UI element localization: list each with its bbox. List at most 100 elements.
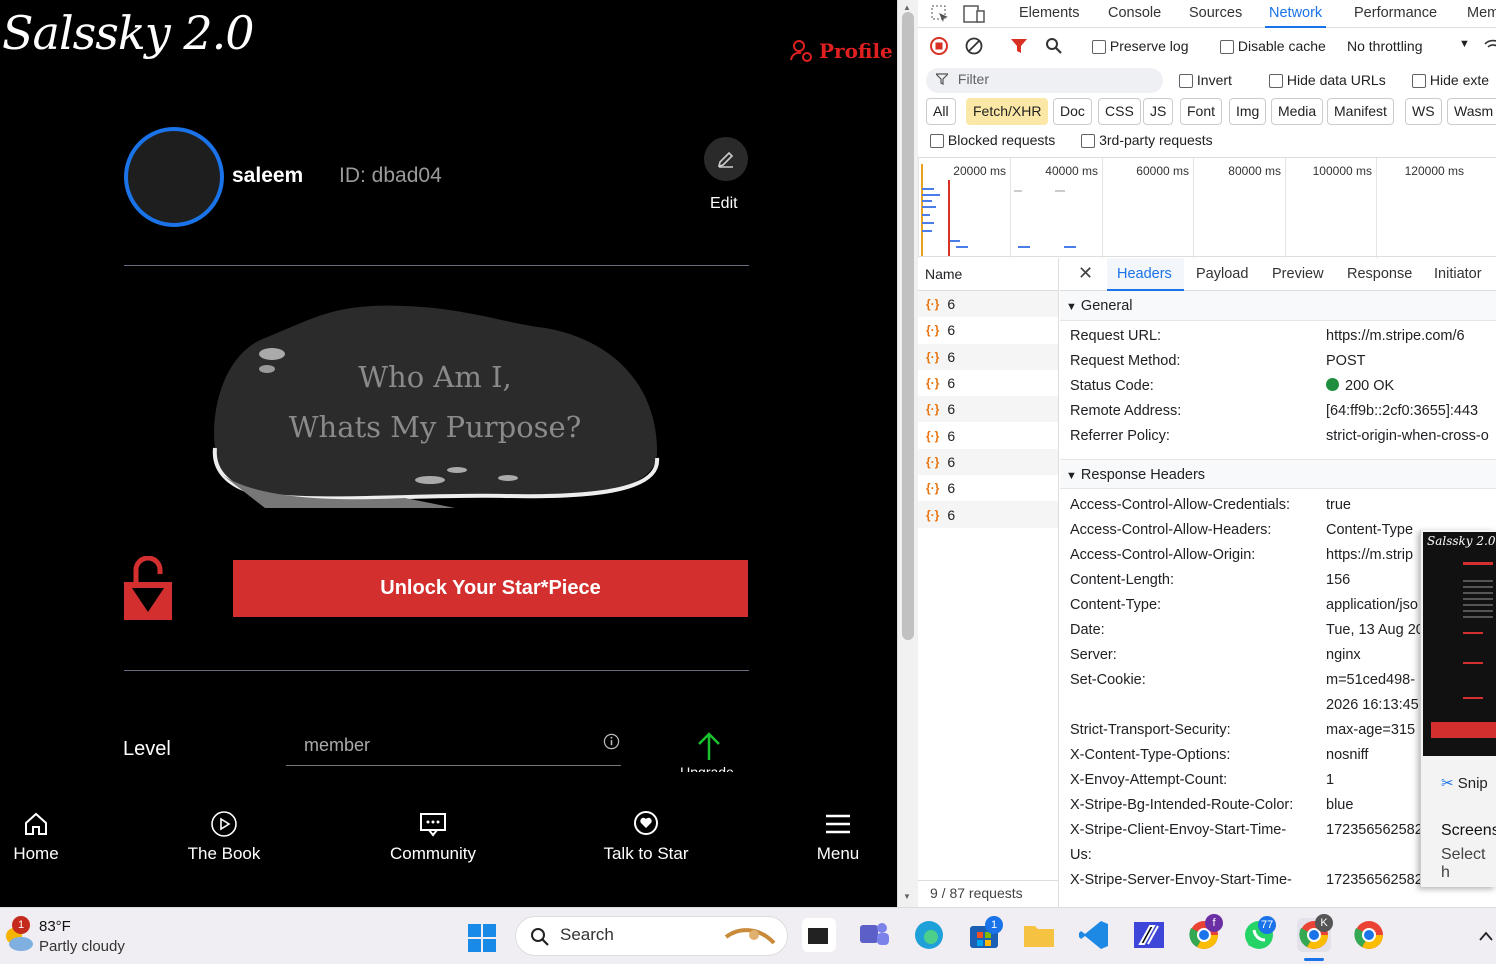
disable-cache-checkbox[interactable]: Disable cache — [1220, 38, 1326, 55]
avatar[interactable] — [124, 127, 224, 227]
tab-initiator[interactable]: Initiator — [1434, 258, 1482, 291]
request-count: 9 / 87 requests — [918, 880, 1059, 907]
throttling-select[interactable]: No throttling ▼ — [1347, 38, 1470, 54]
chip-manifest[interactable]: Manifest — [1327, 98, 1394, 125]
chip-all[interactable]: All — [926, 98, 956, 125]
edge-icon[interactable] — [912, 918, 946, 952]
request-row[interactable]: {·} 6 — [918, 370, 1058, 396]
scroll-down-arrow-icon[interactable]: ▼ — [903, 892, 911, 901]
request-name: 6 — [947, 348, 956, 365]
chip-ws[interactable]: WS — [1405, 98, 1442, 125]
chip-wasm[interactable]: Wasm — [1447, 98, 1496, 125]
clear-icon[interactable] — [965, 37, 983, 55]
tab-console[interactable]: Console — [1104, 0, 1165, 28]
nav-home-label: Home — [13, 844, 59, 863]
general-section-header[interactable]: ▼ General — [1060, 291, 1496, 321]
search-highlight-icon — [724, 928, 776, 945]
network-timeline[interactable]: 20000 ms 40000 ms 60000 ms 80000 ms 1000… — [918, 157, 1496, 258]
search-icon[interactable] — [1045, 37, 1063, 55]
nav-community[interactable]: Community — [384, 800, 482, 864]
nav-talk-to-star[interactable]: Talk to Star — [600, 800, 692, 864]
chevron-up-icon[interactable] — [1478, 930, 1494, 942]
chrome-icon[interactable] — [1352, 918, 1386, 952]
chip-doc[interactable]: Doc — [1053, 98, 1092, 125]
nav-menu[interactable]: Menu — [810, 800, 866, 864]
chip-fetch-xhr[interactable]: Fetch/XHR — [966, 98, 1049, 125]
request-row[interactable]: {·} 6 — [918, 501, 1058, 528]
nav-home[interactable]: Home — [8, 800, 64, 864]
chip-img[interactable]: Img — [1229, 98, 1267, 125]
chip-css[interactable]: CSS — [1098, 98, 1141, 125]
request-row-selected[interactable]: {·} 6 — [918, 448, 1058, 476]
preserve-log-checkbox[interactable]: Preserve log — [1092, 38, 1188, 55]
info-icon[interactable] — [603, 733, 620, 750]
wifi-icon[interactable] — [1484, 38, 1496, 54]
snip-popup[interactable]: Salssky 2.0 ✂ Snip Screens Select h — [1420, 530, 1496, 887]
tab-headers[interactable]: Headers — [1107, 258, 1184, 291]
request-row[interactable]: {·} 6 — [918, 291, 1058, 318]
bottom-nav: Home The Book Community Talk to Star Men… — [0, 800, 897, 907]
level-label: Level — [123, 738, 171, 760]
vscode-icon[interactable] — [1077, 918, 1111, 952]
file-explorer-icon[interactable] — [1022, 918, 1056, 952]
request-row[interactable]: {·} 6 — [918, 343, 1058, 370]
timeline-tick: 60000 ms — [1102, 158, 1193, 258]
third-party-checkbox[interactable]: 3rd-party requests — [1081, 132, 1213, 149]
filter-input[interactable]: Filter — [926, 68, 1163, 93]
chip-font[interactable]: Font — [1180, 98, 1223, 125]
teams-icon[interactable] — [857, 918, 891, 952]
profile-link[interactable]: Profile — [789, 38, 893, 64]
blocked-requests-checkbox[interactable]: Blocked requests — [930, 132, 1056, 149]
invert-checkbox[interactable]: Invert — [1179, 72, 1232, 89]
record-stop-icon[interactable] — [930, 37, 948, 55]
xhr-icon: {·} — [926, 507, 940, 522]
upgrade-button[interactable]: Upgrade — [672, 730, 742, 772]
xhr-icon: {·} — [926, 481, 940, 496]
request-row[interactable]: {·} 6 — [918, 317, 1058, 343]
search-icon — [531, 928, 549, 946]
scroll-up-arrow-icon[interactable]: ▲ — [903, 3, 911, 12]
blocked-filters: Blocked requests 3rd-party requests — [930, 132, 1213, 149]
store-badge: 1 — [985, 916, 1003, 934]
close-icon[interactable]: ✕ — [1078, 263, 1093, 284]
blocked-requests-label: Blocked requests — [947, 132, 1056, 148]
tab-elements[interactable]: Elements — [1015, 0, 1083, 28]
tab-performance[interactable]: Performance — [1350, 0, 1441, 28]
tab-response[interactable]: Response — [1347, 258, 1412, 291]
edit-button[interactable] — [704, 137, 748, 181]
filter-funnel-icon[interactable] — [1010, 37, 1028, 55]
dropdown-arrow-icon: ▼ — [1459, 38, 1470, 50]
request-row[interactable]: {·} 6 — [918, 422, 1058, 448]
page-scrollbar[interactable]: ▲ ▼ — [897, 0, 918, 907]
detail-tabbar: ✕ Headers Payload Preview Response Initi… — [1060, 258, 1496, 291]
tab-memory[interactable]: Mem — [1463, 0, 1496, 28]
taskbar-search[interactable]: Search — [515, 916, 788, 956]
unlock-starpiece-button[interactable]: Unlock Your Star*Piece — [233, 560, 748, 617]
home-icon — [25, 812, 47, 835]
nav-the-book[interactable]: The Book — [181, 800, 267, 864]
chip-media[interactable]: Media — [1271, 98, 1324, 125]
hide-extension-checkbox[interactable]: Hide exte — [1412, 72, 1489, 89]
weather-widget[interactable]: 1 83°F Partly cloudy — [0, 916, 140, 960]
xhr-icon: {·} — [926, 297, 940, 312]
request-row[interactable]: {·} 6 — [918, 475, 1058, 501]
inspect-element-icon[interactable] — [930, 4, 950, 24]
task-view-icon[interactable] — [802, 918, 836, 952]
chip-js[interactable]: JS — [1143, 98, 1174, 125]
header-row: Request Method: POST — [1070, 353, 1366, 369]
response-headers-section-header[interactable]: ▼ Response Headers — [1060, 459, 1496, 489]
disable-cache-label: Disable cache — [1237, 38, 1326, 54]
tab-sources[interactable]: Sources — [1185, 0, 1246, 28]
windows-start-icon[interactable] — [467, 923, 497, 953]
tab-preview[interactable]: Preview — [1272, 258, 1324, 291]
app-icon[interactable] — [1132, 918, 1166, 952]
tab-payload[interactable]: Payload — [1196, 258, 1248, 291]
brand-logo[interactable]: Salssky 2.0 — [2, 6, 255, 60]
request-row[interactable]: {·} 6 — [918, 396, 1058, 423]
scroll-thumb[interactable] — [902, 12, 914, 640]
name-header[interactable]: Name — [918, 258, 1058, 291]
snip-thumbnail[interactable]: Salssky 2.0 — [1423, 532, 1496, 756]
hide-data-urls-checkbox[interactable]: Hide data URLs — [1269, 72, 1386, 89]
device-toggle-icon[interactable] — [963, 4, 985, 24]
tab-network[interactable]: Network — [1265, 0, 1327, 28]
